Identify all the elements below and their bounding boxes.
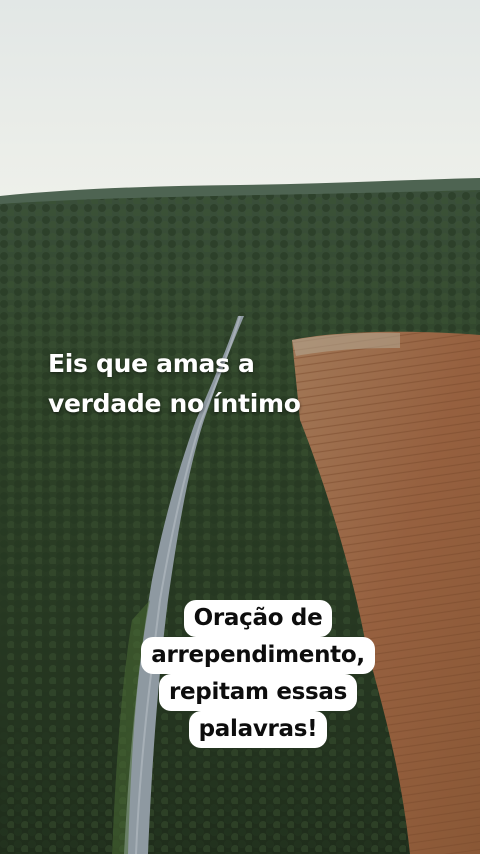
top-caption-line-1: Eis que amas a (48, 349, 255, 378)
boxed-caption-line-3: repitam essas (158, 674, 358, 711)
sky (0, 0, 480, 200)
top-caption: Eis que amas a verdade no íntimo (48, 344, 408, 424)
video-frame: Eis que amas a verdade no íntimo Oração … (0, 0, 480, 854)
boxed-caption-line-4: palavras! (188, 711, 328, 748)
boxed-caption-line-1: Oração de (183, 600, 333, 637)
top-caption-line-2: verdade no íntimo (48, 389, 301, 418)
boxed-caption-line-2: arrependimento, (141, 637, 375, 674)
boxed-caption: Oração de arrependimento, repitam essas … (130, 600, 386, 748)
